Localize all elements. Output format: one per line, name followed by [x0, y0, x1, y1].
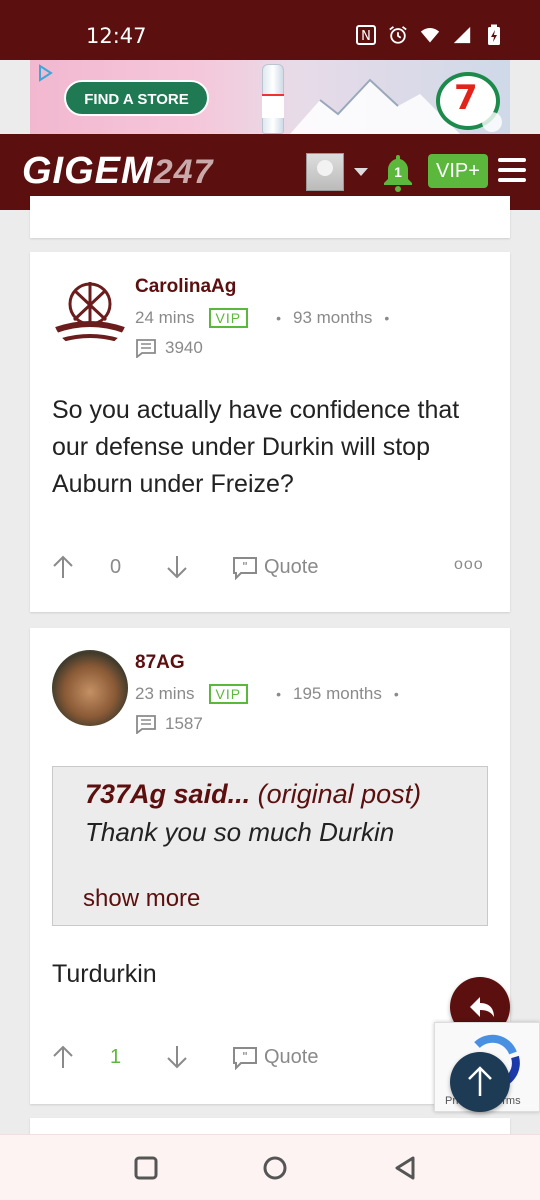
comment-icon — [136, 339, 156, 358]
vip-badge: VIP — [208, 684, 249, 704]
svg-text:": " — [242, 1050, 248, 1063]
show-more-button[interactable]: show more — [83, 885, 200, 913]
post-meta: 24 mins VIP • 93 months • — [135, 308, 401, 328]
nfc-icon: N — [356, 25, 376, 45]
wifi-icon — [420, 28, 440, 43]
quoted-post: 737Ag said... (original post) Thank you … — [52, 766, 488, 926]
username[interactable]: CarolinaAg — [135, 276, 236, 298]
find-store-button[interactable]: FIND A STORE — [64, 80, 209, 116]
user-avatar[interactable] — [306, 153, 344, 191]
downvote-icon[interactable] — [166, 1044, 188, 1070]
svg-text:N: N — [361, 29, 371, 44]
post-body: Turdurkin — [52, 960, 157, 988]
post-meta: 23 mins VIP • 195 months • — [135, 684, 411, 704]
quote-header: 737Ag said... (original post) — [85, 779, 421, 810]
separator-dot: • — [393, 686, 399, 702]
adchoices-icon[interactable] — [36, 64, 54, 82]
status-icons: N — [356, 24, 504, 46]
chevron-down-icon[interactable] — [354, 168, 368, 176]
quote-button[interactable]: Quote — [264, 1046, 318, 1069]
home-icon[interactable] — [262, 1155, 288, 1181]
battery-icon — [488, 24, 500, 45]
quote-author[interactable]: 737Ag said... — [85, 779, 250, 809]
quote-text: Thank you so much Durkin — [85, 817, 395, 847]
alarm-icon — [389, 26, 407, 44]
vip-badge: VIP — [208, 308, 249, 328]
comment-icon — [136, 715, 156, 734]
user-avatar-emblem[interactable] — [52, 274, 128, 350]
post-count: 1587 — [135, 714, 203, 734]
user-avatar-photo[interactable] — [52, 650, 128, 726]
bottle-label — [262, 94, 284, 118]
more-options-button[interactable]: ooo — [454, 556, 484, 574]
quote-icon[interactable]: " — [232, 1046, 258, 1070]
notification-count: 1 — [394, 164, 402, 180]
svg-text:": " — [242, 560, 248, 573]
post-time: 24 mins — [135, 308, 195, 327]
system-nav-bar — [0, 1134, 540, 1200]
menu-icon[interactable] — [498, 158, 526, 184]
member-tenure: 195 months — [293, 684, 382, 703]
post-count: 3940 — [135, 338, 203, 358]
post-time: 23 mins — [135, 684, 195, 703]
separator-dot: • — [384, 310, 390, 326]
vote-score: 0 — [110, 556, 122, 578]
site-logo[interactable]: GIGEM247 — [22, 150, 213, 193]
previous-post-card — [30, 196, 510, 238]
vote-score: 1 — [110, 1046, 122, 1068]
ad-play-icon[interactable] — [482, 112, 502, 132]
upvote-icon[interactable] — [52, 1044, 74, 1070]
username[interactable]: 87AG — [135, 652, 185, 674]
post-body: So you actually have confidence that our… — [52, 396, 460, 498]
vip-plus-button[interactable]: VIP+ — [428, 154, 488, 188]
back-icon[interactable] — [392, 1155, 418, 1181]
member-tenure: 93 months — [293, 308, 373, 327]
post-card: CarolinaAg 24 mins VIP • 93 months • 394… — [30, 252, 510, 612]
scroll-top-button[interactable] — [450, 1052, 510, 1112]
original-post-link[interactable]: (original post) — [258, 779, 422, 809]
ad-banner[interactable]: FIND A STORE 7 — [30, 60, 510, 134]
quote-icon[interactable]: " — [232, 556, 258, 580]
quote-button[interactable]: Quote — [264, 556, 318, 579]
downvote-icon[interactable] — [166, 554, 188, 580]
separator-dot: • — [276, 686, 282, 702]
separator-dot: • — [276, 310, 282, 326]
status-time: 12:47 — [86, 24, 147, 48]
arrow-up-icon — [468, 1066, 492, 1096]
status-bar: 12:47 N — [0, 0, 540, 60]
mountain-image — [290, 78, 460, 134]
upvote-icon[interactable] — [52, 554, 74, 580]
recents-icon[interactable] — [133, 1155, 159, 1181]
post-actions: 0 " Quote ooo — [52, 554, 492, 584]
signal-icon — [453, 26, 471, 44]
post-actions: 1 " Quote — [52, 1044, 492, 1074]
